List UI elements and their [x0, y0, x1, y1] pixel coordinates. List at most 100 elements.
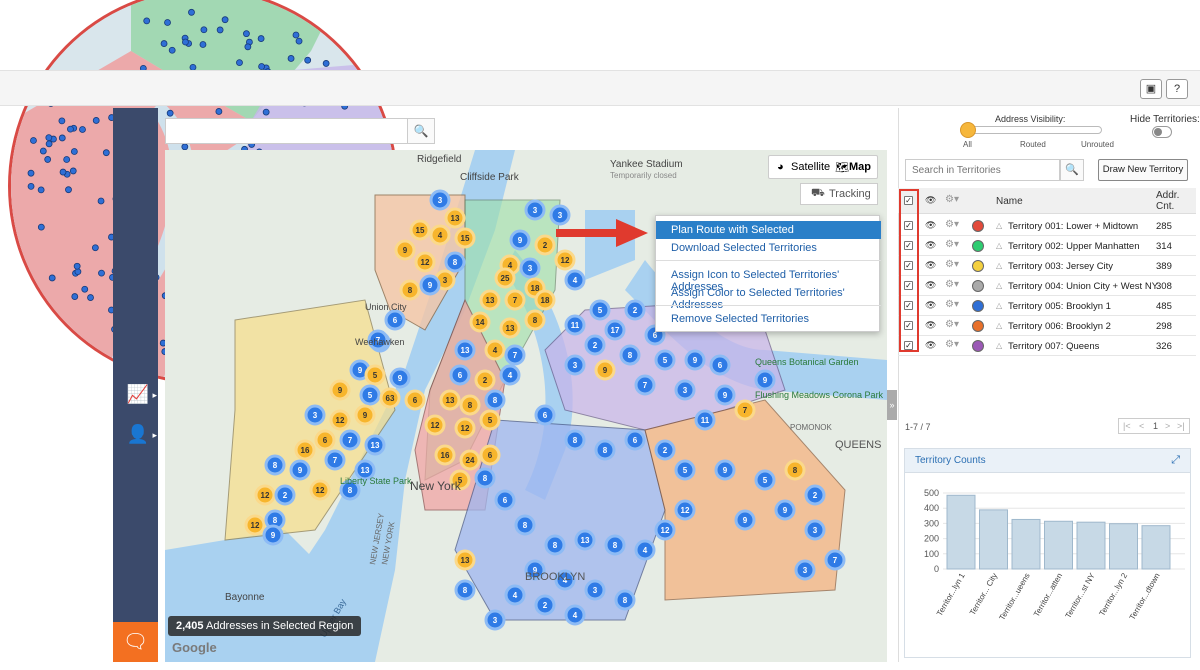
gear-icon[interactable]: ⚙▾	[945, 339, 959, 350]
bar[interactable]	[1076, 521, 1106, 570]
help-button[interactable]: ?	[1166, 79, 1188, 99]
users-nav-item[interactable]: 👤 ▸	[121, 424, 157, 452]
map-label: QUEENS	[835, 439, 881, 451]
cluster-count: 6	[543, 411, 548, 420]
eye-icon[interactable]: 👁	[925, 340, 936, 351]
address-pin	[221, 16, 229, 24]
assign-icon-to-addresses[interactable]: Assign Icon to Selected Territories' Add…	[656, 266, 881, 293]
left-sidebar: 📈 ▸ 👤 ▸	[113, 108, 158, 662]
address-pin	[262, 108, 270, 116]
page-number[interactable]: 1	[1153, 421, 1158, 431]
cluster-count: 9	[783, 506, 788, 515]
bar[interactable]	[979, 509, 1008, 570]
address-visibility-label: Address Visibility:	[995, 114, 1066, 124]
address-visibility-slider[interactable]	[962, 126, 1102, 134]
cluster-count: 8	[468, 401, 473, 410]
download-selected-territories[interactable]: Download Selected Territories	[656, 239, 881, 257]
menu-divider	[656, 305, 881, 306]
map-search-input[interactable]	[165, 118, 407, 144]
bar[interactable]	[1011, 518, 1041, 570]
territory-name: Territory 003: Jersey City	[1008, 261, 1114, 272]
territory-color-swatch[interactable]	[972, 340, 984, 352]
address-pin	[143, 17, 151, 25]
plan-route-with-selected[interactable]: Plan Route with Selected	[656, 221, 881, 239]
hide-territories-toggle[interactable]	[1152, 126, 1172, 138]
territory-name: Territory 006: Brooklyn 2	[1008, 321, 1111, 332]
territory-search-button[interactable]: 🔍	[1060, 159, 1084, 181]
eye-icon[interactable]: 👁	[925, 300, 936, 311]
gear-icon[interactable]: ⚙▾	[945, 259, 959, 270]
gear-icon[interactable]: ⚙▾	[945, 194, 959, 205]
address-pin	[98, 269, 105, 277]
address-pin	[97, 197, 105, 205]
prev-page-button[interactable]: <	[1139, 421, 1144, 431]
eye-icon[interactable]: 👁	[925, 320, 936, 331]
table-row[interactable]: ✓ 👁 ⚙▾ △ Territory 001: Lower + Midtown 285	[898, 216, 1196, 236]
chat-button[interactable]: 🗨	[113, 622, 158, 662]
eye-icon[interactable]: 👁	[925, 220, 936, 231]
cluster-count: 8	[523, 521, 528, 530]
eye-icon[interactable]: 👁	[925, 195, 936, 206]
table-row[interactable]: ✓ 👁 ⚙▾ △ Territory 005: Brooklyn 1 485	[898, 296, 1196, 316]
table-row[interactable]: ✓ 👁 ⚙▾ △ Territory 007: Queens 326	[898, 336, 1196, 356]
bar[interactable]	[1044, 520, 1073, 570]
territory-search-input[interactable]	[905, 159, 1060, 181]
table-row[interactable]: ✓ 👁 ⚙▾ △ Territory 004: Union City + West NY…	[898, 276, 1196, 296]
last-page-button[interactable]: >|	[1177, 421, 1185, 431]
remove-selected-territories[interactable]: Remove Selected Territories	[656, 310, 881, 328]
analytics-nav-item[interactable]: 📈 ▸	[121, 384, 157, 412]
territory-color-swatch[interactable]	[972, 300, 984, 312]
first-page-button[interactable]: |<	[1123, 421, 1131, 431]
assign-color-to-addresses[interactable]: Assign Color to Selected Territories' Ad…	[656, 284, 881, 311]
territory-color-swatch[interactable]	[972, 260, 984, 272]
cluster-count: 12	[431, 421, 440, 430]
territory-count: 326	[1156, 341, 1172, 352]
bar[interactable]	[1109, 523, 1138, 570]
table-row[interactable]: ✓ 👁 ⚙▾ △ Territory 002: Upper Manhatten 314	[898, 236, 1196, 256]
bar[interactable]	[1141, 525, 1171, 570]
cluster-count: 8	[483, 474, 488, 483]
territory-color-swatch[interactable]	[972, 220, 984, 232]
name-column-header[interactable]: Name	[996, 196, 1023, 207]
cluster-count: 9	[763, 376, 768, 385]
tracking-button[interactable]: ⛟ Tracking	[800, 183, 878, 205]
address-pin	[69, 167, 77, 175]
expand-icon[interactable]: ⤢	[1171, 454, 1180, 467]
cluster-count: 12	[561, 256, 570, 265]
gear-icon[interactable]: ⚙▾	[945, 319, 959, 330]
address-visibility-handle[interactable]	[960, 122, 976, 138]
cluster-count: 8	[348, 486, 353, 495]
territory-color-swatch[interactable]	[972, 240, 984, 252]
gear-icon[interactable]: ⚙▾	[945, 239, 959, 250]
gear-icon[interactable]: ⚙▾	[945, 299, 959, 310]
bar[interactable]	[946, 494, 976, 570]
territory-color-swatch[interactable]	[972, 320, 984, 332]
map-option[interactable]: Map	[849, 161, 871, 173]
territory-color-swatch[interactable]	[972, 280, 984, 292]
map-search-button[interactable]: 🔍	[407, 118, 435, 144]
eye-icon[interactable]: 👁	[925, 240, 936, 251]
gear-icon[interactable]: ⚙▾	[945, 279, 959, 290]
collapse-panel-handle[interactable]: »	[887, 390, 897, 420]
address-pin	[30, 137, 37, 144]
next-page-button[interactable]: >	[1165, 421, 1170, 431]
table-row[interactable]: ✓ 👁 ⚙▾ △ Territory 003: Jersey City 389	[898, 256, 1196, 276]
address-pin	[168, 46, 176, 54]
cluster-count: 12	[461, 424, 470, 433]
draw-new-territory-button[interactable]: Draw New Territory	[1098, 159, 1188, 181]
polygon-icon: △	[996, 341, 1003, 350]
cluster-count: 24	[466, 456, 475, 465]
cluster-count: 4	[513, 591, 518, 600]
chevron-right-icon: ▸	[152, 390, 157, 400]
cluster-count: 7	[348, 436, 353, 445]
table-row[interactable]: ✓ 👁 ⚙▾ △ Territory 006: Brooklyn 2 298	[898, 316, 1196, 336]
count-column-header[interactable]: Addr. Cnt.	[1156, 190, 1190, 212]
eye-icon[interactable]: 👁	[925, 260, 936, 271]
satellite-option[interactable]: Satellite	[791, 161, 830, 173]
chevron-right-icon: ▸	[152, 430, 157, 440]
address-count-text: Addresses in Selected Region	[205, 620, 354, 632]
visibility-tick-routed: Routed	[1020, 140, 1046, 149]
gear-icon[interactable]: ⚙▾	[945, 219, 959, 230]
video-camera-icon[interactable]: ▣	[1140, 79, 1162, 99]
eye-icon[interactable]: 👁	[925, 280, 936, 291]
